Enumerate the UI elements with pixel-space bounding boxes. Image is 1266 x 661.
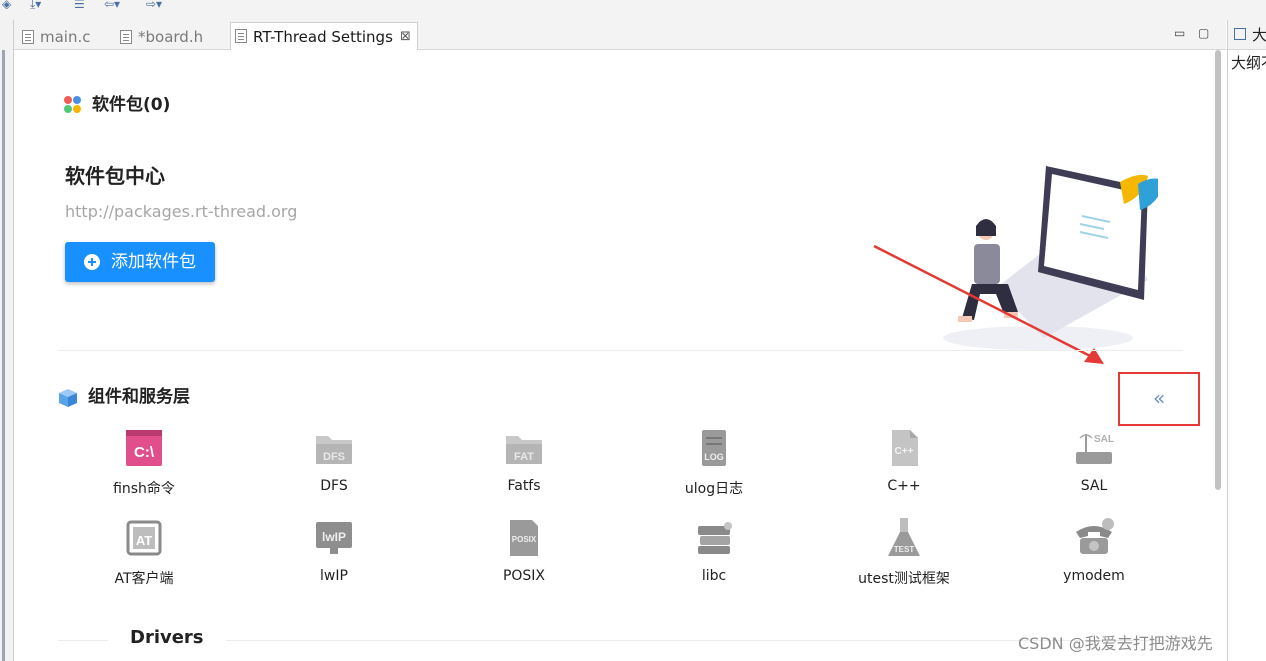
component-dfs[interactable]: DFS DFS [254,426,414,506]
settings-content: 软件包(0) 软件包中心 http://packages.rt-thread.o… [18,50,1226,661]
svg-text:FAT: FAT [514,451,534,463]
section-divider [58,350,1183,351]
outline-message: 大纲不 [1231,54,1266,72]
package-center-url[interactable]: http://packages.rt-thread.org [65,202,297,221]
svg-text:SAL: SAL [1094,434,1114,445]
tab-label: RT-Thread Settings [253,28,393,46]
watermark: CSDN @我爱去打把游戏先 [1018,634,1213,653]
back-icon[interactable]: ⇦▾ [104,0,120,9]
layers-icon[interactable]: ◈ [2,0,11,9]
tab-label: *board.h [138,28,204,46]
router-icon: SAL [1076,434,1114,464]
document-icon: POSIX [510,520,538,556]
svg-text:lwIP: lwIP [322,530,346,544]
component-label: lwIP [320,568,348,584]
minimize-icon[interactable]: ▭ [1174,26,1185,40]
component-fatfs[interactable]: FAT Fatfs [444,426,604,506]
file-icon: C++ [892,430,918,466]
svg-text:C++: C++ [895,446,914,457]
tab-rt-thread-settings[interactable]: RT-Thread Settings ⊠ [230,22,418,50]
component-utest[interactable]: TEST utest测试框架 [824,516,984,596]
component-label: libc [701,568,727,584]
editor-tabbar: main.c *board.h RT-Thread Settings ⊠ ▭ ▢ [14,20,1226,50]
tab-board-h[interactable]: *board.h [116,24,203,50]
component-finsh[interactable]: C:\ finsh命令 [64,426,224,506]
tab-main-c[interactable]: main.c [18,24,91,50]
component-label: POSIX [502,568,546,584]
package-center-title: 软件包中心 [65,164,165,188]
component-label: Fatfs [507,478,541,494]
double-chevron-left-icon: « [1153,386,1166,410]
packages-title: 软件包(0) [92,95,171,115]
vertical-scrollbar[interactable] [1214,50,1222,490]
drivers-title: Drivers [108,627,226,648]
component-label: ymodem [1063,568,1125,584]
at-icon: AT [126,520,162,556]
svg-text:AT: AT [136,533,152,548]
svg-text:LOG: LOG [704,452,724,462]
svg-text:DFS: DFS [323,451,345,463]
collapse-button[interactable]: « [1118,372,1200,426]
outline-panel: 大 大纲不 [1227,20,1266,661]
component-lwip[interactable]: lwIP lwIP [254,516,414,596]
outline-icon [1234,28,1246,40]
c-file-icon [22,30,34,44]
plus-circle-icon [84,254,100,270]
books-icon [698,522,732,554]
left-gutter [0,20,14,661]
component-label: AT客户端 [114,571,174,587]
components-title: 组件和服务层 [88,387,190,407]
component-label: SAL [1080,478,1108,494]
component-label: finsh命令 [113,481,175,497]
monitor-icon: lwIP [316,522,352,554]
terminal-icon: C:\ [126,430,162,466]
component-libc[interactable]: libc [634,516,794,596]
components-grid: C:\ finsh命令 DFS DFS FAT Fatfs LOG ulog日志… [58,426,1198,596]
svg-text:TEST: TEST [894,545,915,554]
component-posix[interactable]: POSIX POSIX [444,516,604,596]
folder-icon: FAT [506,436,542,464]
phone-icon [1076,518,1114,554]
component-label: utest测试框架 [858,571,950,587]
component-label: DFS [320,478,348,494]
stack-icon[interactable]: ☰ [74,0,85,9]
component-label: C++ [887,478,921,494]
svg-text:POSIX: POSIX [512,535,537,544]
component-ulog[interactable]: LOG ulog日志 [634,426,794,506]
log-icon: LOG [702,430,726,466]
cube-icon [59,389,77,407]
packages-logo-icon [64,96,82,114]
component-sal[interactable]: SAL SAL [1014,426,1174,506]
tab-label: main.c [40,28,91,46]
component-at-client[interactable]: AT AT客户端 [64,516,224,596]
outline-tab[interactable]: 大 [1252,24,1266,45]
settings-file-icon [235,29,247,43]
add-package-label: 添加软件包 [111,252,196,272]
flask-icon: TEST [888,518,920,556]
component-ymodem[interactable]: ymodem [1014,516,1174,596]
h-file-icon [120,30,132,44]
component-label: ulog日志 [684,481,744,497]
toolbar: ◈ ⤓▾ ☰ ⇦▾ ⇨▾ [0,0,1266,20]
forward-icon[interactable]: ⇨▾ [146,0,162,9]
component-cpp[interactable]: C++ C++ [824,426,984,506]
drivers-divider [58,640,1183,641]
maximize-icon[interactable]: ▢ [1198,26,1209,40]
download-icon[interactable]: ⤓▾ [30,0,41,9]
folder-icon: DFS [316,436,352,464]
add-package-button[interactable]: 添加软件包 [65,242,215,282]
svg-text:C:\: C:\ [134,444,155,461]
close-icon[interactable]: ⊠ [400,23,411,51]
